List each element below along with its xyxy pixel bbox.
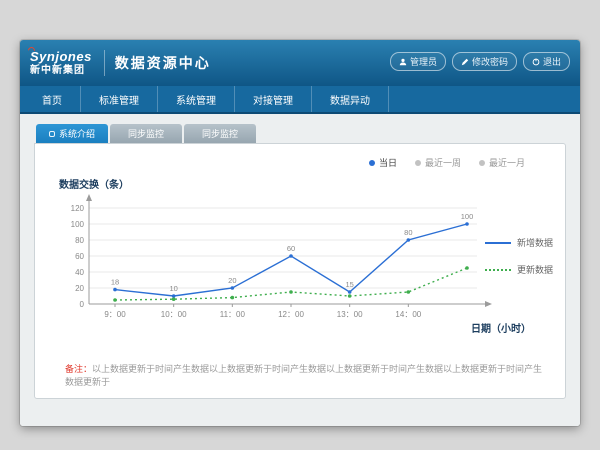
legend-dot-icon (415, 160, 421, 166)
footer-note: 备注：以上数据更新于时间产生数据以上数据更新于时间产生数据以上数据更新于时间产生… (65, 362, 545, 388)
svg-text:60: 60 (75, 252, 84, 261)
tab-system-intro[interactable]: 系统介绍 (36, 124, 108, 143)
svg-text:14：00: 14：00 (395, 310, 421, 319)
series-label: 新增数据 (517, 236, 553, 249)
svg-text:20: 20 (75, 284, 84, 293)
pencil-icon (461, 58, 469, 66)
y-axis-title: 数据交换（条） (59, 176, 129, 191)
app-window: Synjones 新中新集团 数据资源中心 管理员 修改密码 (20, 40, 580, 426)
svg-text:100: 100 (71, 220, 85, 229)
svg-text:80: 80 (404, 228, 412, 237)
svg-text:10: 10 (169, 284, 177, 293)
tab-sync-monitor-2[interactable]: 同步监控 (184, 124, 256, 143)
filter-label: 当日 (379, 156, 397, 169)
series-legend-item-1[interactable]: 更新数据 (485, 263, 553, 276)
content-area: 系统介绍 同步监控 同步监控 当日 最近一周 最近一月 数据交换（条） 0 20 40 6… (20, 114, 580, 424)
legend-line-icon (485, 242, 511, 244)
svg-text:18: 18 (111, 278, 119, 287)
nav-item-system-mgmt[interactable]: 系统管理 (158, 86, 235, 112)
tab-label: 同步监控 (128, 127, 164, 140)
nav-item-connection-mgmt[interactable]: 对接管理 (235, 86, 312, 112)
series-legend: 新增数据更新数据 (485, 236, 553, 276)
nav-item-home[interactable]: 首页 (24, 86, 81, 112)
svg-text:13：00: 13：00 (337, 310, 363, 319)
window-footer (20, 424, 580, 426)
logo-brand-text: Synjones (30, 50, 92, 63)
page-title: 数据资源中心 (115, 53, 211, 73)
user-button[interactable]: 管理员 (390, 52, 446, 71)
svg-text:15: 15 (345, 280, 353, 289)
note-label: 备注： (65, 364, 92, 374)
svg-text:20: 20 (228, 276, 236, 285)
filter-item-2[interactable]: 最近一月 (479, 156, 525, 169)
series-legend-item-0[interactable]: 新增数据 (485, 236, 553, 249)
filter-item-1[interactable]: 最近一周 (415, 156, 461, 169)
logout-button[interactable]: 退出 (523, 52, 570, 71)
svg-text:40: 40 (75, 268, 84, 277)
svg-text:12：00: 12：00 (278, 310, 304, 319)
svg-text:80: 80 (75, 236, 84, 245)
tabs-row: 系统介绍 同步监控 同步监控 (34, 124, 566, 143)
svg-text:0: 0 (80, 300, 85, 309)
svg-text:10：00: 10：00 (161, 310, 187, 319)
header-divider (104, 50, 105, 76)
main-navbar: 首页 标准管理 系统管理 对接管理 数据异动 (20, 86, 580, 114)
tab-label: 系统介绍 (59, 127, 95, 140)
legend-line-icon (485, 269, 511, 271)
series-label: 更新数据 (517, 263, 553, 276)
logo-company-name: 新中新集团 (30, 66, 92, 76)
change-password-button[interactable]: 修改密码 (452, 52, 517, 71)
tab-icon (49, 131, 55, 137)
chart-wrap: 0 20 40 60 80 100 120 9：00 10：00 11：00 12：00 13：00 1… (49, 192, 509, 342)
svg-text:60: 60 (287, 244, 295, 253)
line-chart: 0 20 40 60 80 100 120 9：00 10：00 11：00 12：00 13：00 1… (49, 192, 509, 342)
svg-text:100: 100 (461, 212, 474, 221)
user-label: 管理员 (410, 55, 437, 68)
legend-dot-icon (479, 160, 485, 166)
user-icon (399, 58, 407, 66)
change-password-label: 修改密码 (472, 55, 508, 68)
nav-item-standard-mgmt[interactable]: 标准管理 (81, 86, 158, 112)
note-text: 以上数据更新于时间产生数据以上数据更新于时间产生数据以上数据更新于时间产生数据以… (65, 364, 542, 387)
nav-item-data-changes[interactable]: 数据异动 (312, 86, 389, 112)
filter-label: 最近一月 (489, 156, 525, 169)
filter-label: 最近一周 (425, 156, 461, 169)
company-logo: Synjones 新中新集团 (30, 50, 92, 76)
legend-dot-icon (369, 160, 375, 166)
logout-label: 退出 (543, 55, 561, 68)
tab-label: 同步监控 (202, 127, 238, 140)
app-header: Synjones 新中新集团 数据资源中心 管理员 修改密码 (20, 40, 580, 86)
chart-panel: 当日 最近一周 最近一月 数据交换（条） 0 20 40 60 80 100 120 9：00 10… (34, 143, 566, 399)
filter-item-0[interactable]: 当日 (369, 156, 397, 169)
svg-text:120: 120 (71, 204, 85, 213)
header-actions: 管理员 修改密码 退出 (390, 52, 570, 71)
x-axis-title: 日期（小时） (471, 320, 531, 335)
power-icon (532, 58, 540, 66)
svg-text:11：00: 11：00 (220, 310, 246, 319)
tab-sync-monitor-1[interactable]: 同步监控 (110, 124, 182, 143)
time-range-filter: 当日 最近一周 最近一月 (369, 156, 525, 169)
svg-text:9：00: 9：00 (104, 310, 126, 319)
